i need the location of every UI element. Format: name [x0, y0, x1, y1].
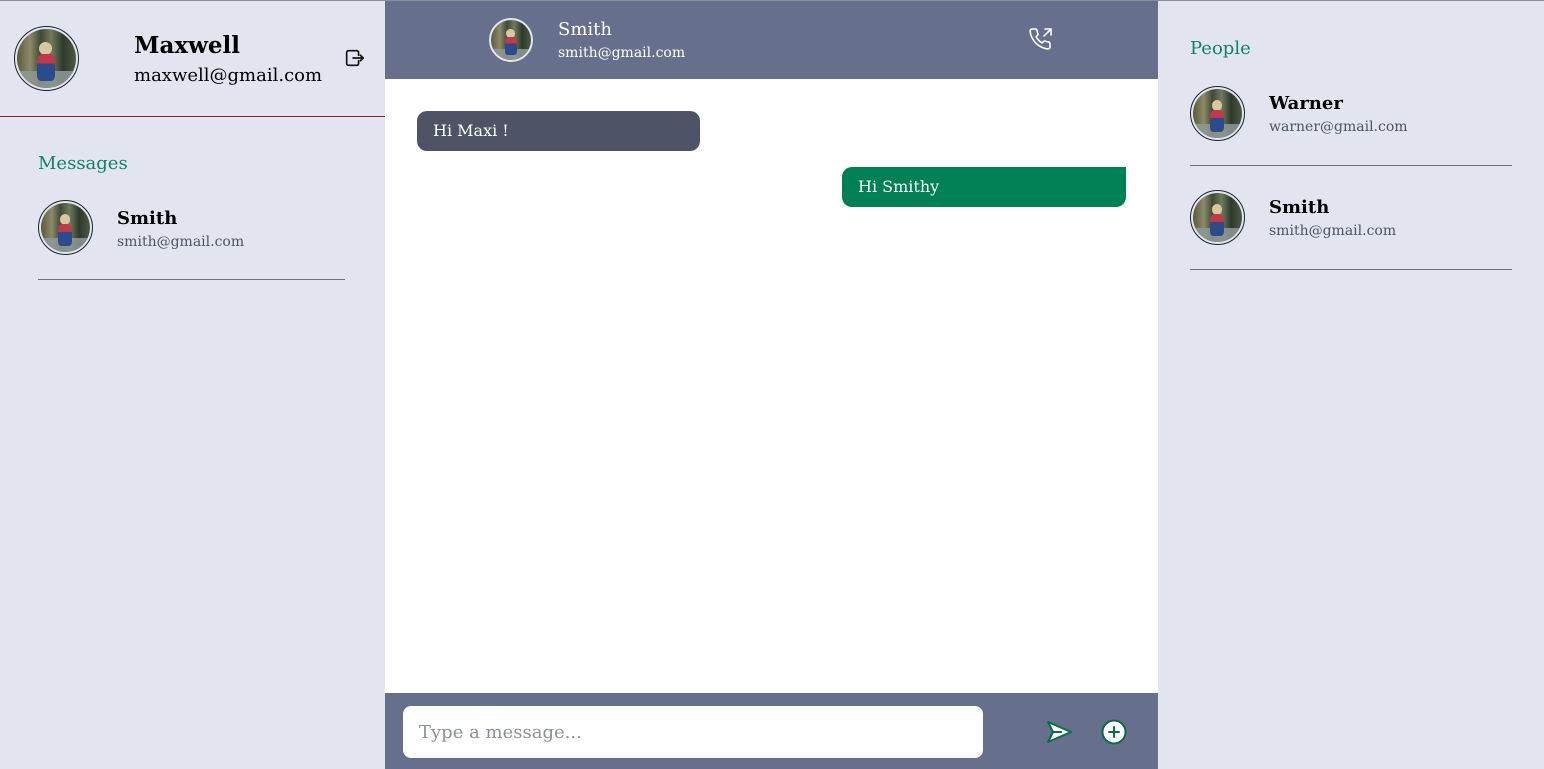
add-circle-icon[interactable] — [1101, 719, 1127, 745]
contact-avatar — [38, 200, 93, 255]
logout-icon[interactable] — [343, 47, 365, 69]
messages-title: Messages — [38, 153, 128, 174]
chat-partner-avatar[interactable] — [488, 17, 534, 63]
outgoing-message: Hi Smithy — [842, 167, 1126, 207]
chat-partner-email: smith@gmail.com — [558, 45, 686, 61]
contact-name: Smith — [117, 208, 178, 229]
message-thread-item[interactable]: Smith smith@gmail.com — [38, 200, 345, 280]
current-user-name: Maxwell — [134, 32, 240, 59]
message-input[interactable] — [403, 706, 983, 758]
message-composer — [385, 693, 1158, 769]
contact-email: smith@gmail.com — [117, 234, 245, 250]
chat-header: Smith smith@gmail.com — [385, 1, 1158, 79]
person-avatar — [1190, 190, 1245, 245]
left-sidebar: Maxwell maxwell@gmail.com Messages Smith… — [0, 1, 385, 769]
person-email: warner@gmail.com — [1269, 119, 1408, 135]
current-user-header: Maxwell maxwell@gmail.com — [0, 1, 385, 117]
current-user-email: maxwell@gmail.com — [134, 65, 323, 86]
people-title: People — [1190, 38, 1251, 59]
people-item-smith[interactable]: Smith smith@gmail.com — [1190, 190, 1512, 270]
people-item-warner[interactable]: Warner warner@gmail.com — [1190, 86, 1512, 166]
person-name: Smith — [1269, 197, 1330, 218]
incoming-message: Hi Maxi ! — [417, 111, 700, 151]
person-email: smith@gmail.com — [1269, 223, 1397, 239]
chat-partner-name: Smith — [558, 19, 612, 40]
person-avatar — [1190, 86, 1245, 141]
right-sidebar: People Warner warner@gmail.com Smith smi… — [1158, 1, 1544, 769]
send-icon[interactable] — [1045, 718, 1073, 746]
phone-outgoing-icon[interactable] — [1029, 27, 1053, 51]
chat-panel: Smith smith@gmail.com Hi Maxi ! Hi Smith… — [385, 1, 1158, 769]
person-name: Warner — [1269, 93, 1343, 114]
current-user-avatar[interactable] — [14, 26, 79, 91]
